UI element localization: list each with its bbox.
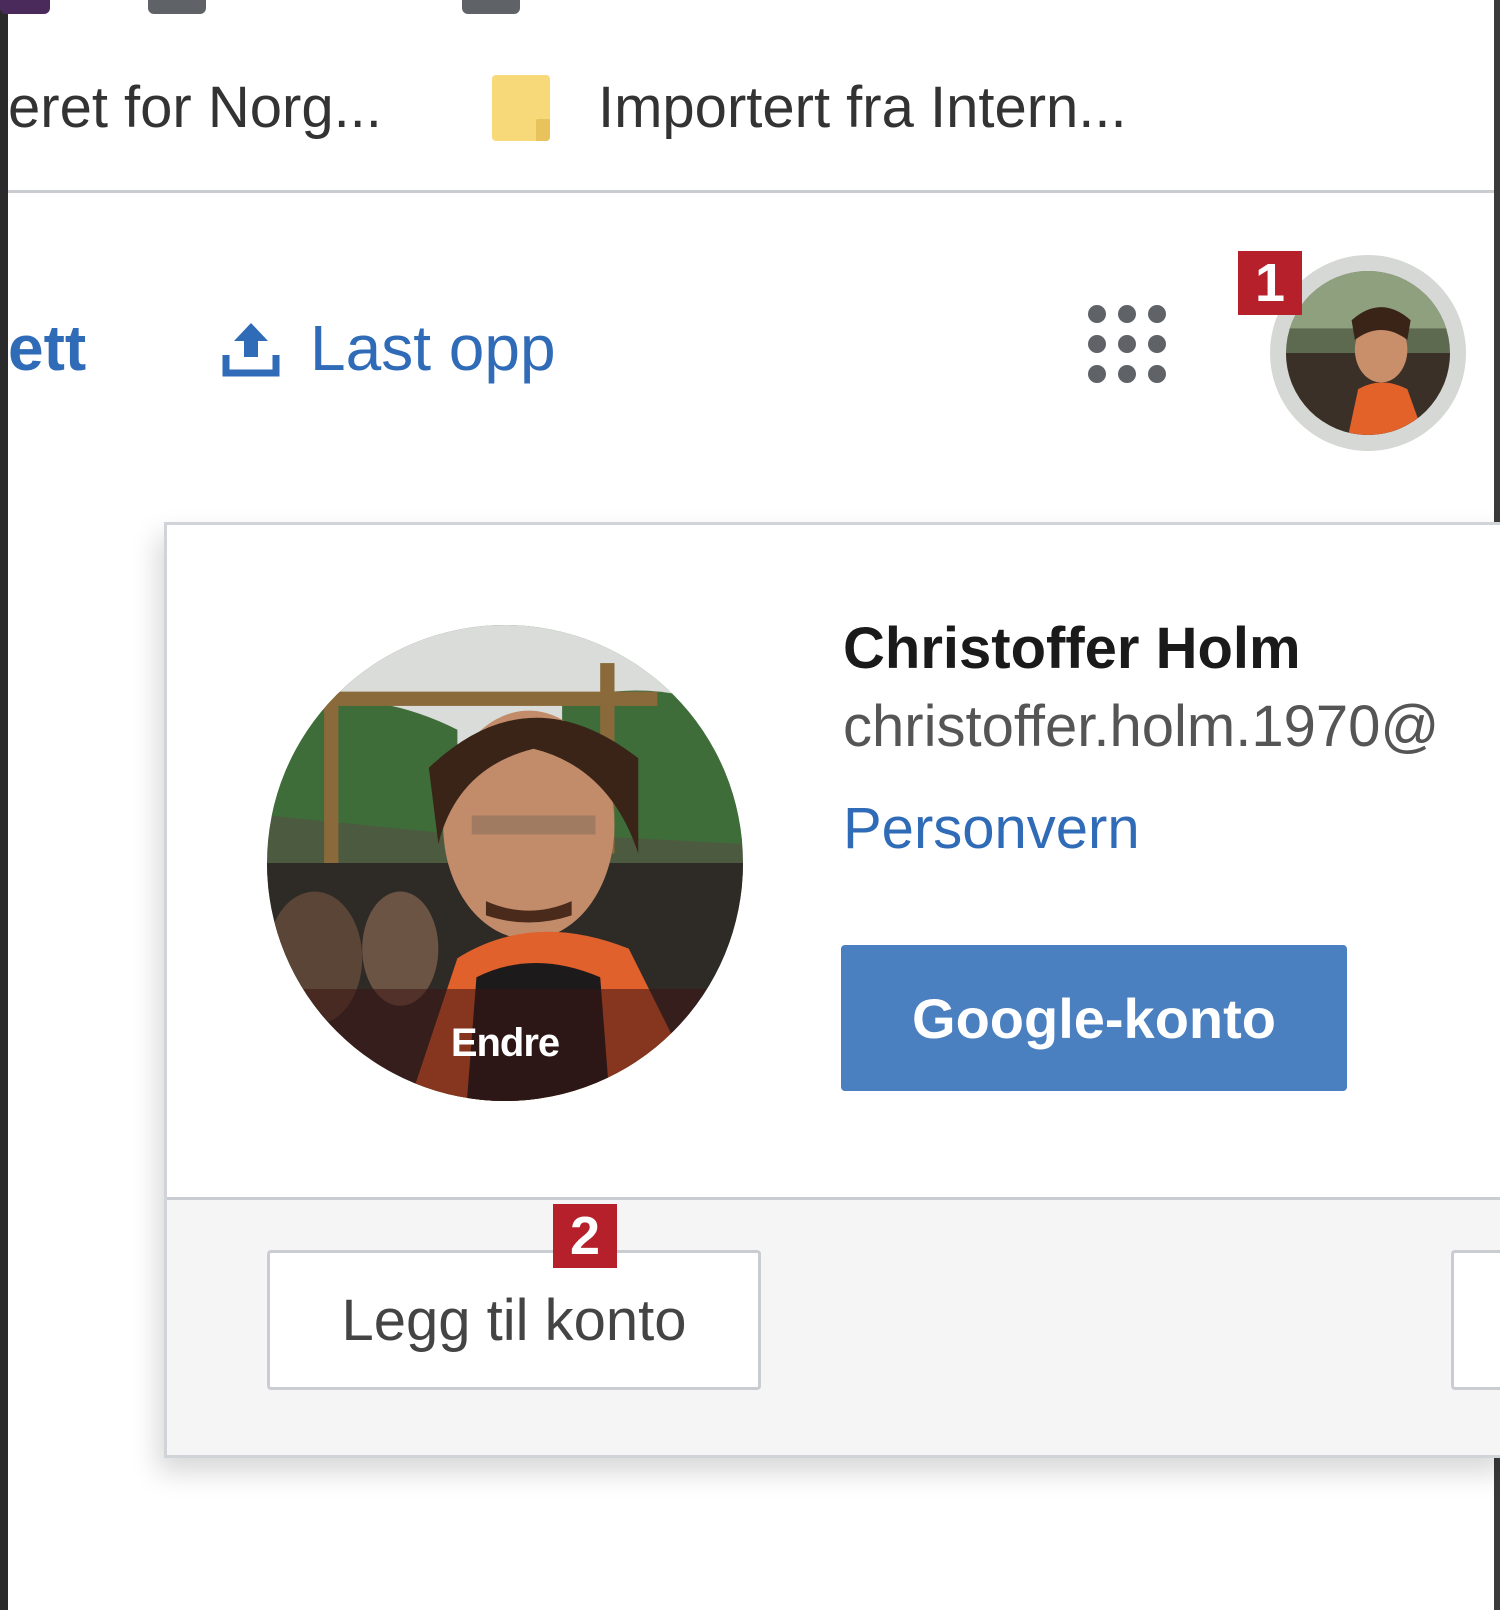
bookmark-item-norway[interactable]: eret for Norg... [8,74,382,141]
app-header: ett Last opp 1 [8,193,1494,505]
browser-window: eret for Norg... Importert fra Intern...… [0,0,1500,1610]
nav-link-partial[interactable]: ett [8,311,86,385]
sign-out-button[interactable] [1451,1250,1500,1390]
google-account-button[interactable]: Google-konto [841,945,1347,1091]
bookmarks-bar: eret for Norg... Importert fra Intern... [8,14,1494,193]
step-marker-1: 1 [1238,251,1302,315]
tab-stub[interactable] [148,0,206,14]
apps-grid-icon[interactable] [1088,305,1172,389]
account-popup-footer: Legg til konto 2 [167,1200,1500,1455]
change-photo-label: Endre [450,1021,560,1065]
account-popup: Endre Christoffer Holm christoffer.holm.… [164,522,1500,1458]
avatar [1286,271,1450,435]
tab-stub[interactable] [462,0,520,14]
privacy-link[interactable]: Personvern [843,795,1140,862]
upload-label: Last opp [310,312,556,384]
bookmark-label: eret for Norg... [8,75,382,140]
user-email: christoffer.holm.1970@ [843,694,1440,759]
window-left-edge [0,0,8,1610]
bookmark-label: Importert fra Intern... [598,75,1127,140]
tab-stub[interactable] [0,0,50,14]
profile-photo[interactable]: Endre [267,625,743,1101]
folder-icon [492,74,550,141]
upload-button[interactable]: Last opp [220,311,556,385]
add-account-button[interactable]: Legg til konto [267,1250,761,1390]
step-marker-2: 2 [553,1204,617,1268]
change-photo-overlay[interactable]: Endre [267,989,743,1101]
account-popup-header: Endre Christoffer Holm christoffer.holm.… [167,525,1500,1200]
bookmark-folder-imported[interactable]: Importert fra Intern... [492,74,1127,141]
upload-icon [222,323,280,377]
user-name: Christoffer Holm [843,616,1301,681]
